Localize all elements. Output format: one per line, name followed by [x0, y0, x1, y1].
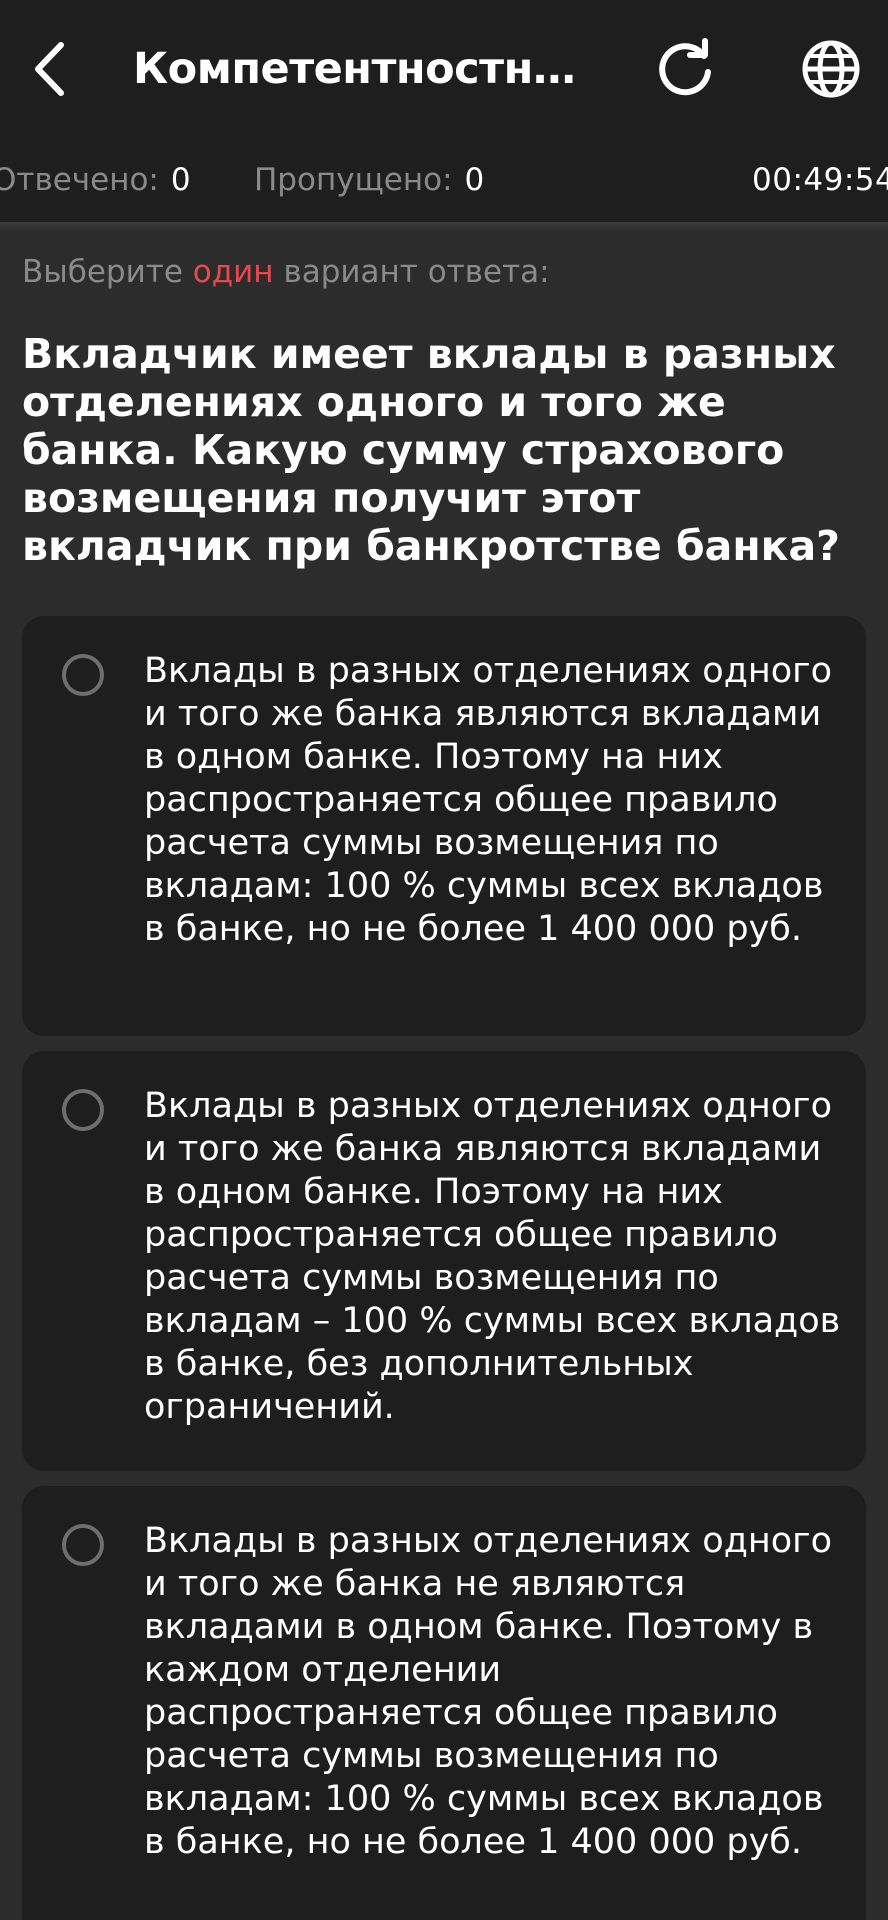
answer-option-text: Вклады в разных отделениях одного и того… [144, 651, 832, 949]
answer-option-1[interactable]: Вклады в разных отделениях одного и того… [22, 616, 866, 1036]
instruction-text: Выберите один вариант ответа: [22, 254, 550, 290]
timer: 00:49:54 [752, 162, 888, 198]
skipped-value: 0 [464, 162, 485, 198]
radio-button[interactable] [62, 1089, 104, 1131]
answer-option-text: Вклады в разных отделениях одного и того… [144, 1086, 841, 1427]
radio-button[interactable] [62, 654, 104, 696]
skipped-counter: Пропущено: 0 [254, 138, 484, 222]
globe-icon [802, 40, 860, 98]
refresh-icon [659, 38, 711, 96]
answered-label: Отвечено: [0, 162, 159, 198]
skipped-label: Пропущено: [254, 162, 453, 198]
back-button[interactable] [22, 28, 76, 110]
back-chevron-icon [35, 42, 64, 96]
answer-option-2[interactable]: Вклады в разных отделениях одного и того… [22, 1051, 866, 1471]
page-title: Компетентностны... [133, 44, 603, 94]
instruction-suffix: вариант ответа: [283, 254, 550, 290]
answer-option-3[interactable]: Вклады в разных отделениях одного и того… [22, 1486, 866, 1920]
answered-counter: Отвечено: 0 [0, 138, 191, 222]
progress-bar: Отвечено: 0 Пропущено: 0 00:49:54 [0, 138, 888, 222]
top-app-bar: Компетентностны... [0, 0, 888, 138]
refresh-button[interactable] [650, 34, 720, 104]
radio-button[interactable] [62, 1524, 104, 1566]
instruction-prefix: Выберите [22, 254, 183, 290]
answered-value: 0 [170, 162, 191, 198]
instruction-accent: один [192, 254, 274, 290]
question-text: Вкладчик имеет вклады в разных отделения… [22, 330, 840, 570]
answer-option-text: Вклады в разных отделениях одного и того… [144, 1521, 832, 1862]
quiz-screen: Компетентностны... Отвечено: 0 Пропущено:… [0, 0, 888, 1920]
language-button[interactable] [796, 34, 866, 104]
divider [0, 222, 888, 232]
